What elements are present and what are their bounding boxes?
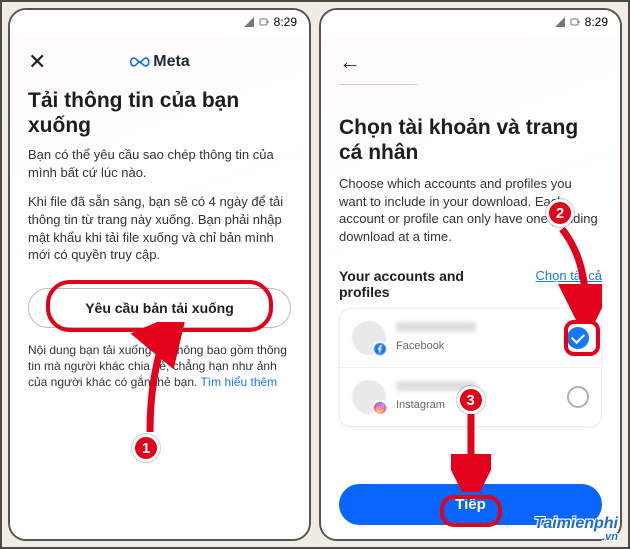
status-icons bbox=[554, 16, 581, 28]
meta-logo-text: Meta bbox=[153, 53, 189, 71]
phone-left: 8:29 ✕ Meta Tải thông tin của bạn xuống … bbox=[8, 8, 311, 541]
status-time: 8:29 bbox=[585, 15, 608, 29]
watermark-text: Taimienphi bbox=[534, 515, 618, 532]
request-download-button[interactable]: Yêu cầu bản tải xuống bbox=[28, 288, 291, 328]
note-text: Nội dung bạn tải xuống sẽ không bao gồm … bbox=[28, 342, 291, 391]
page-title: Tải thông tin của bạn xuống bbox=[28, 88, 291, 138]
meta-logo: Meta bbox=[129, 53, 189, 71]
page-title: Chọn tài khoản và trang cá nhân bbox=[339, 115, 602, 165]
step-badge-2: 2 bbox=[546, 199, 574, 227]
section-label: Your accounts and profiles bbox=[339, 268, 479, 300]
watermark-suffix: .vn bbox=[534, 531, 618, 543]
top-bar: ✕ Meta bbox=[28, 44, 291, 80]
account-checkbox-unchecked[interactable] bbox=[567, 386, 589, 408]
status-bar: 8:29 bbox=[10, 10, 309, 34]
back-icon[interactable]: ← bbox=[339, 49, 361, 75]
tutorial-frame: 8:29 ✕ Meta Tải thông tin của bạn xuống … bbox=[0, 0, 630, 549]
intro-text: Bạn có thể yêu cầu sao chép thông tin củ… bbox=[28, 146, 291, 181]
signal-icon bbox=[554, 16, 566, 28]
facebook-badge-icon bbox=[372, 341, 388, 357]
signal-icon bbox=[243, 16, 255, 28]
screen-download-info: ✕ Meta Tải thông tin của bạn xuống Bạn c… bbox=[10, 34, 309, 539]
meta-infinity-icon bbox=[129, 55, 149, 69]
account-platform: Facebook bbox=[396, 340, 444, 352]
avatar bbox=[352, 380, 386, 414]
section-header: Your accounts and profiles Chọn tất cả bbox=[339, 268, 602, 300]
battery-icon bbox=[569, 16, 581, 28]
account-platform: Instagram bbox=[396, 399, 445, 411]
watermark: Taimienphi .vn bbox=[534, 515, 618, 543]
account-row-facebook[interactable]: Facebook bbox=[340, 309, 601, 368]
top-bar: ← bbox=[339, 44, 602, 80]
step-badge-1: 1 bbox=[132, 434, 160, 462]
account-name-blurred bbox=[396, 322, 476, 332]
account-checkbox-checked[interactable] bbox=[567, 327, 589, 349]
status-bar: 8:29 bbox=[321, 10, 620, 34]
select-all-link[interactable]: Chọn tất cả bbox=[536, 268, 603, 283]
close-icon[interactable]: ✕ bbox=[28, 49, 46, 75]
step-badge-3: 3 bbox=[457, 386, 485, 414]
phone-right: 8:29 ← Chọn tài khoản và trang cá nhân C… bbox=[319, 8, 622, 541]
screen-choose-accounts: ← Chọn tài khoản và trang cá nhân Choose… bbox=[321, 34, 620, 539]
avatar bbox=[352, 321, 386, 355]
status-icons bbox=[243, 16, 270, 28]
learn-more-link[interactable]: Tìm hiểu thêm bbox=[200, 375, 277, 389]
status-time: 8:29 bbox=[274, 15, 297, 29]
instagram-badge-icon bbox=[372, 400, 388, 416]
detail-text: Khi file đã sẵn sàng, bạn sẽ có 4 ngày đ… bbox=[28, 193, 291, 263]
account-texts: Facebook bbox=[396, 322, 557, 354]
progress-indicator bbox=[339, 84, 418, 85]
battery-icon bbox=[258, 16, 270, 28]
